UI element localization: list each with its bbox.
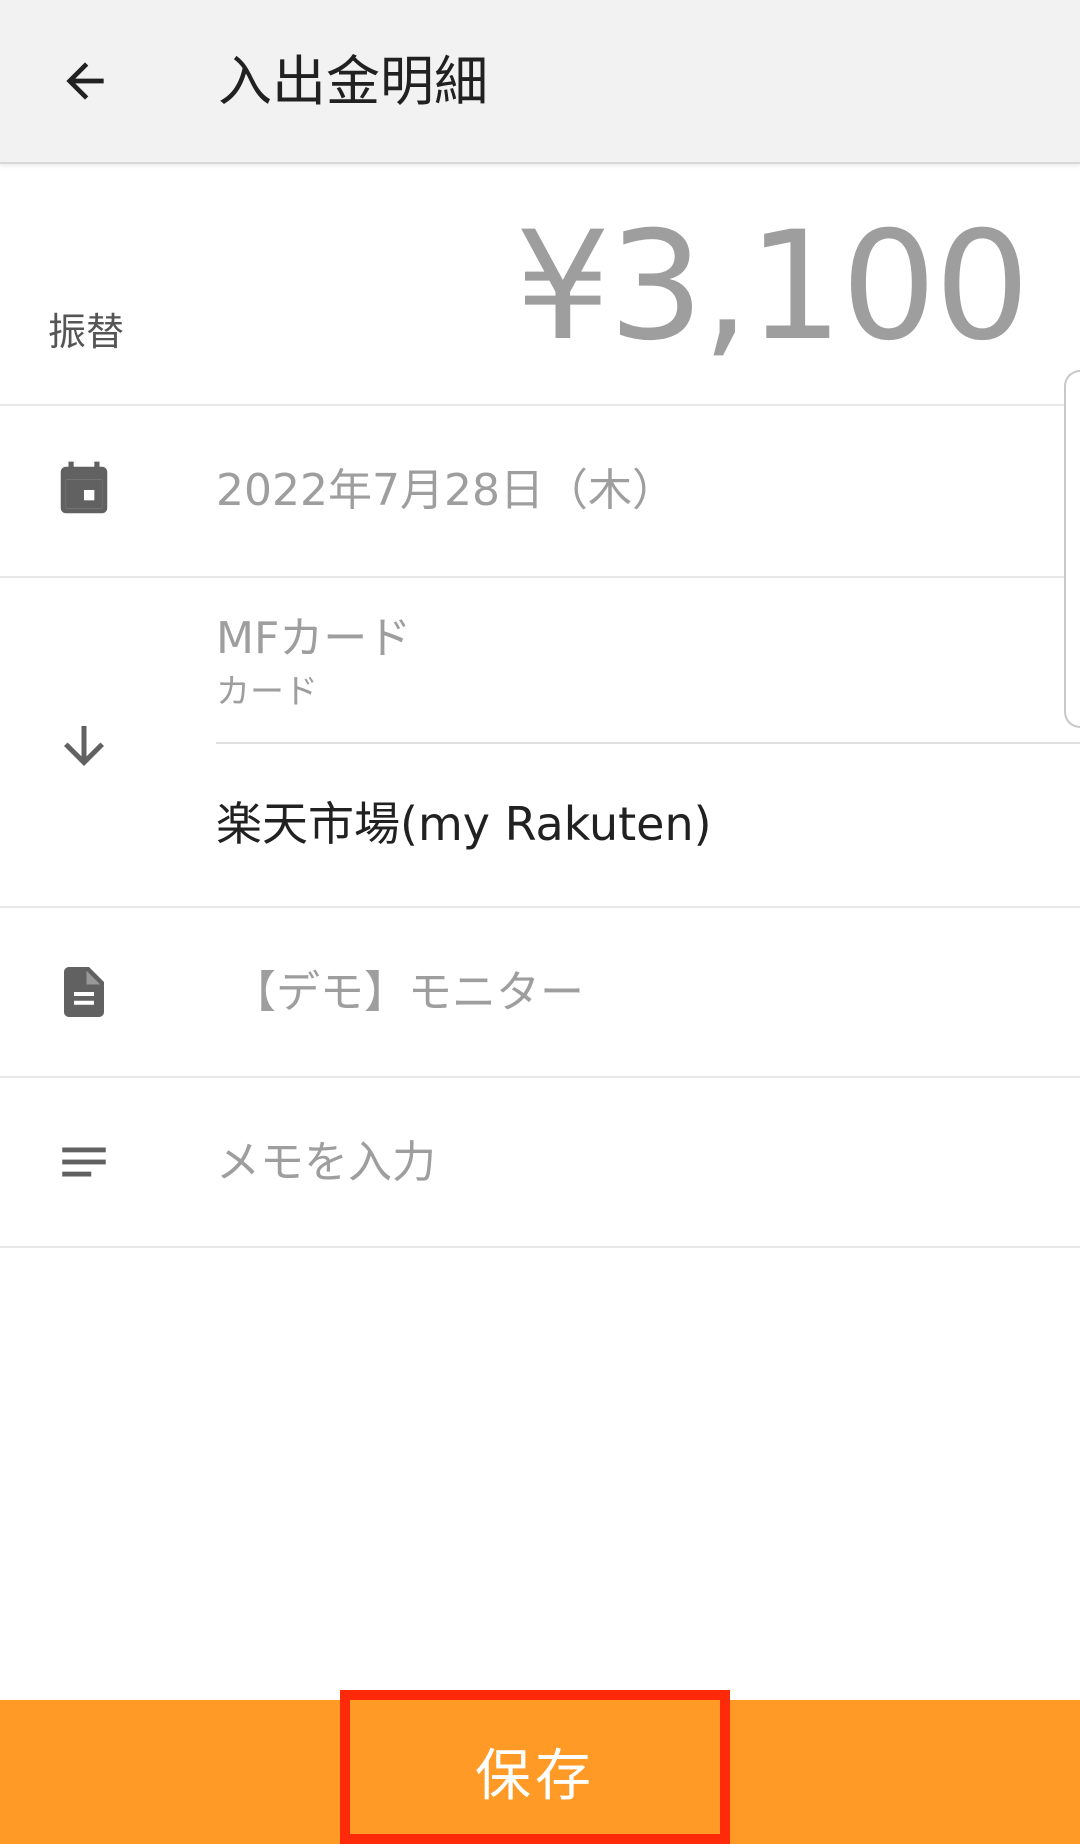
date-row[interactable]: 2022年7月28日（木） [0,406,1080,578]
divider [216,742,1080,744]
amount-value[interactable]: ¥3,100 [515,212,1030,362]
to-account-name[interactable]: 楽天市場(my Rakuten) [216,796,712,852]
save-label: 保存 [475,1744,595,1809]
edge-panel-handle[interactable] [1064,370,1080,728]
content-row[interactable]: 【デモ】モニター [0,908,1080,1078]
calendar-icon [48,454,120,526]
amount-row[interactable]: 振替 ¥3,100 [0,164,1080,406]
arrow-back-icon [66,62,104,100]
app-bar: 入出金明細 [0,0,1080,164]
from-account-name[interactable]: MFカード [216,612,411,666]
page-title: 入出金明細 [218,50,488,113]
notes-icon [48,1126,120,1198]
document-icon [48,956,120,1028]
date-field[interactable]: 2022年7月28日（木） [216,464,676,518]
transfer-row: MFカード カード 楽天市場(my Rakuten) [0,578,1080,908]
memo-input[interactable]: メモを入力 [216,1136,436,1190]
content-field[interactable]: 【デモ】モニター [232,966,584,1020]
arrow-down-icon [48,710,120,782]
from-account-type: カード [216,672,318,712]
save-button[interactable]: 保存 [340,1690,730,1844]
memo-row[interactable]: メモを入力 [0,1078,1080,1248]
category-label: 振替 [48,310,125,354]
back-button[interactable] [40,36,130,126]
